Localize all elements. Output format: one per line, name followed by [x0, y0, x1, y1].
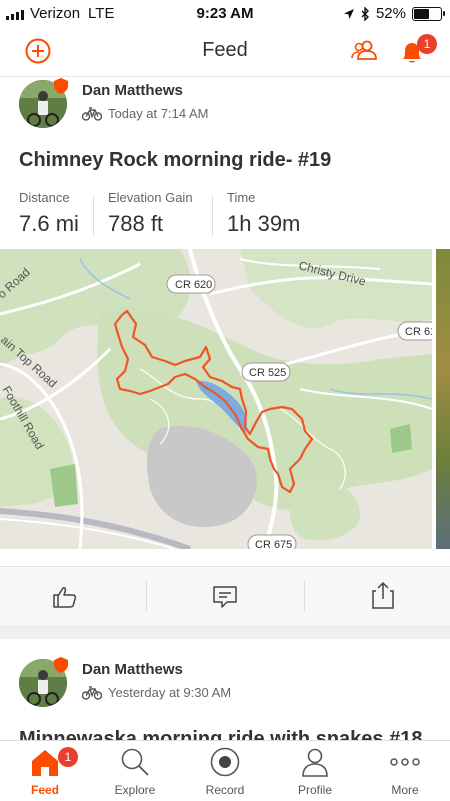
- location-icon: [343, 8, 354, 19]
- map-label-cr61: CR 61: [405, 326, 432, 338]
- stat-divider: [93, 196, 94, 236]
- next-photo-peek[interactable]: [436, 249, 450, 549]
- verified-badge-icon: [54, 657, 68, 673]
- activity-title[interactable]: Chimney Rock morning ride- #19: [19, 149, 331, 172]
- bike-icon: [82, 106, 102, 121]
- status-bar: Verizon LTE 9:23 AM 52%: [0, 0, 450, 26]
- tab-label: Profile: [297, 783, 332, 797]
- record-icon: [210, 747, 240, 777]
- activity-title[interactable]: Minnewaska morning ride with snakes #18: [19, 728, 422, 740]
- stat-divider: [212, 196, 213, 236]
- activity-meta: Today at 7:14 AM: [82, 106, 208, 121]
- battery-percent: 52%: [375, 5, 406, 22]
- stat-time-value: 1h 39m: [227, 211, 301, 236]
- people-icon[interactable]: [350, 38, 378, 64]
- profile-icon: [302, 748, 328, 777]
- stat-elevation-label: Elevation Gain: [108, 190, 193, 205]
- map-label-cr525: CR 525: [249, 367, 286, 379]
- tab-explore[interactable]: Explore: [90, 741, 180, 801]
- search-icon: [121, 748, 149, 776]
- activity-actions: [0, 566, 450, 626]
- verified-badge-icon: [54, 78, 68, 94]
- action-divider: [146, 581, 147, 611]
- tab-more[interactable]: More: [360, 741, 450, 801]
- battery-icon: [412, 6, 445, 21]
- card-gap: [0, 625, 450, 639]
- stat-elevation-value: 788 ft: [108, 211, 164, 236]
- notification-badge: 1: [417, 34, 437, 54]
- stat-distance-label: Distance: [19, 190, 70, 205]
- comment-icon[interactable]: [212, 585, 238, 609]
- tab-label: Record: [205, 783, 245, 797]
- activity-timestamp: Today at 7:14 AM: [108, 106, 209, 121]
- stat-distance-value: 7.6 mi: [19, 211, 79, 236]
- map-label-cr620: CR 620: [175, 279, 212, 291]
- action-divider: [304, 581, 305, 611]
- tab-bar: 1 Feed Explore Record Profile More: [0, 740, 450, 801]
- map-canvas: Christy Drive CR 620 CR 61 CR 525 CR 675…: [0, 249, 432, 549]
- tab-badge: 1: [58, 747, 78, 767]
- bike-icon: [82, 685, 102, 700]
- bluetooth-icon: [361, 6, 369, 21]
- activity-title-clip: Minnewaska morning ride with snakes #18: [0, 726, 450, 740]
- home-icon: [32, 750, 58, 776]
- tab-record[interactable]: Record: [180, 741, 270, 801]
- tab-label: Feed: [30, 783, 59, 797]
- status-right: 52%: [343, 5, 445, 22]
- route-map[interactable]: Christy Drive CR 620 CR 61 CR 525 CR 675…: [0, 249, 432, 549]
- tab-label: More: [391, 783, 419, 797]
- thumbs-up-icon[interactable]: [52, 585, 78, 609]
- tab-profile[interactable]: Profile: [270, 741, 360, 801]
- nav-bar: Feed 1: [0, 26, 450, 77]
- tab-feed[interactable]: 1 Feed: [0, 741, 90, 801]
- page-title: Feed: [202, 39, 248, 61]
- athlete-name[interactable]: Dan Matthews: [82, 82, 183, 99]
- activity-meta: Yesterday at 9:30 AM: [82, 685, 231, 700]
- tab-label: Explore: [114, 783, 156, 797]
- stat-time-label: Time: [227, 190, 256, 205]
- more-icon: [390, 758, 420, 766]
- athlete-name[interactable]: Dan Matthews: [82, 661, 183, 678]
- activity-timestamp: Yesterday at 9:30 AM: [108, 685, 232, 700]
- share-icon[interactable]: [372, 581, 394, 609]
- map-label-cr675: CR 675: [255, 539, 292, 549]
